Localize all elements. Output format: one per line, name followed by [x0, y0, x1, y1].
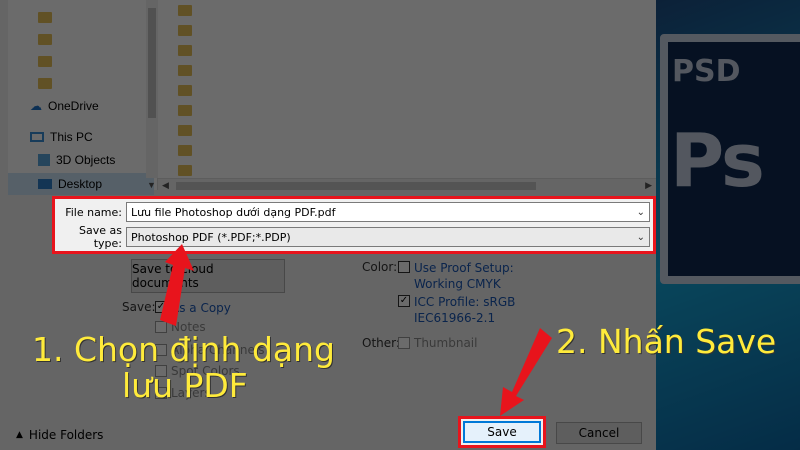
step1-annotation-line2: lưu PDF — [122, 366, 248, 405]
arrow-icon — [500, 328, 552, 416]
step1-annotation-line1: 1. Chọn định dạng — [32, 330, 335, 369]
step2-annotation: 2. Nhấn Save — [556, 322, 777, 361]
annotation-arrows — [160, 244, 552, 416]
arrow-icon — [160, 244, 194, 326]
